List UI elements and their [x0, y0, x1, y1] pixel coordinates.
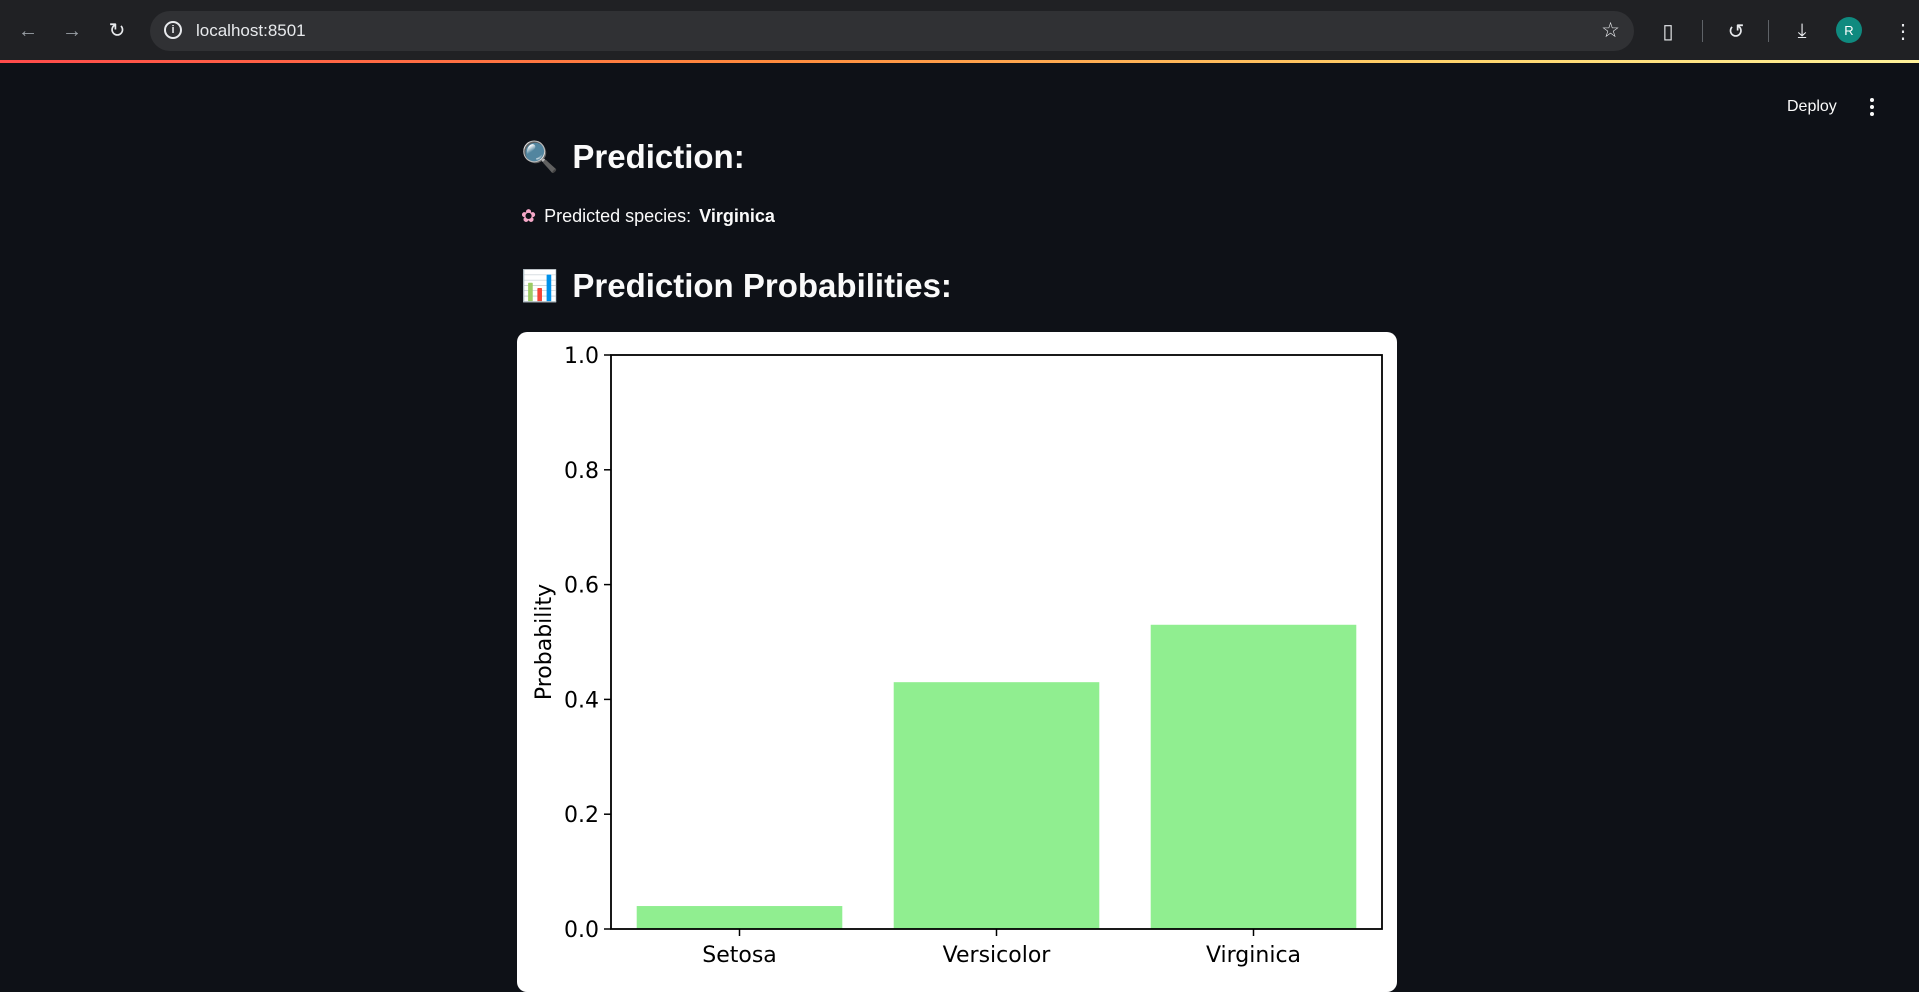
browser-toolbar: ← → ↻ i localhost:8501 ☆ ▯ ↺ ⤓ R ⋮ [0, 0, 1919, 62]
probability-bar-chart: Setosa Versicolor Virginica 0.0 0.2 0.4 0.6 0.8… [532, 344, 1383, 968]
x-tick-label: Versicolor [943, 943, 1052, 968]
forward-arrow-icon[interactable]: → [54, 13, 90, 49]
predicted-species-line: ✿ Predicted species: Virginica [521, 206, 775, 227]
reload-icon[interactable]: ↻ [99, 13, 135, 49]
y-tick-label: 0.4 [564, 688, 599, 713]
predicted-species-value: Virginica [699, 206, 775, 226]
extensions-icon[interactable]: ▯ [1650, 13, 1686, 49]
browser-menu-icon[interactable]: ⋮ [1885, 13, 1919, 49]
toolbar-divider [1702, 20, 1703, 42]
x-tick-label: Setosa [702, 943, 777, 968]
address-bar[interactable]: i localhost:8501 ☆ [150, 11, 1634, 51]
bar-chart-icon: 📊 [521, 268, 559, 304]
predicted-species-label: Predicted species: [544, 206, 692, 226]
y-tick-label: 0.0 [564, 918, 599, 943]
y-tick-label: 0.2 [564, 803, 599, 828]
prediction-heading: 🔍 Prediction: [521, 138, 745, 176]
site-info-icon[interactable]: i [164, 21, 182, 39]
deploy-button[interactable]: Deploy [1775, 94, 1849, 120]
flower-icon: ✿ [521, 206, 537, 227]
prediction-heading-text: Prediction: [572, 138, 745, 175]
y-axis-label: Probability [532, 584, 557, 700]
address-bar-url[interactable]: localhost:8501 [196, 21, 306, 41]
probability-chart-card: Setosa Versicolor Virginica 0.0 0.2 0.4 0.6 0.8… [517, 332, 1397, 992]
x-tick-label: Virginica [1206, 943, 1301, 968]
y-tick-label: 0.6 [564, 574, 599, 599]
app-header-decoration [0, 60, 1919, 63]
y-tick-label: 1.0 [564, 344, 599, 369]
chart-bar [1150, 624, 1357, 929]
chart-bar [636, 906, 843, 929]
probabilities-heading-text: Prediction Probabilities: [572, 267, 952, 304]
chart-bar [893, 682, 1100, 929]
magnifying-glass-icon: 🔍 [521, 139, 559, 175]
back-arrow-icon[interactable]: ← [10, 13, 46, 49]
bookmark-star-icon[interactable]: ☆ [1601, 18, 1620, 43]
profile-avatar[interactable]: R [1836, 17, 1862, 43]
y-tick-label: 0.8 [564, 459, 599, 484]
history-icon[interactable]: ↺ [1718, 13, 1754, 49]
downloads-icon[interactable]: ⤓ [1784, 13, 1820, 49]
toolbar-divider [1768, 20, 1769, 42]
more-vertical-icon[interactable] [1862, 95, 1882, 119]
probabilities-heading: 📊 Prediction Probabilities: [521, 267, 952, 305]
